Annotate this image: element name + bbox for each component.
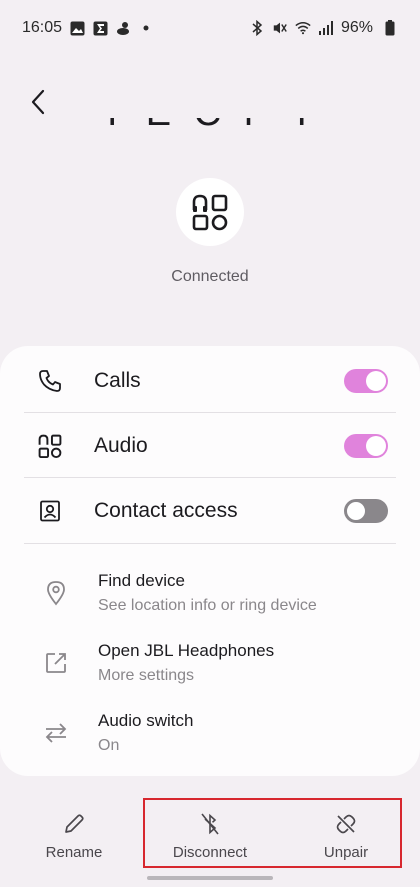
battery-icon: [382, 20, 398, 36]
settings-card: Calls Audio Contact access Find device S…: [0, 346, 420, 776]
status-right: 96%: [249, 19, 398, 37]
mute-icon: [272, 20, 288, 36]
option-subtitle: On: [98, 737, 120, 754]
divider: [24, 543, 396, 544]
bluetooth-icon: [249, 20, 265, 36]
sigma-icon: [92, 20, 108, 36]
battery-percent: 96%: [340, 19, 373, 36]
option-title: Find device: [98, 571, 185, 590]
option-audio-switch[interactable]: Audio switch On: [24, 702, 396, 764]
rename-button[interactable]: Rename: [34, 800, 114, 870]
chevron-left-icon: [31, 89, 45, 115]
contact-access-switch[interactable]: [344, 498, 388, 523]
option-texts: Open JBL Headphones More settings: [98, 641, 274, 685]
toggle-row-calls[interactable]: Calls: [24, 348, 396, 413]
calls-switch[interactable]: [344, 368, 388, 393]
phone-icon: [36, 367, 64, 395]
signal-icon: [318, 20, 334, 36]
location-pin-icon: [42, 579, 70, 607]
switch-knob: [366, 370, 386, 391]
option-title: Audio switch: [98, 711, 194, 730]
option-subtitle: More settings: [98, 667, 195, 684]
duck-icon: [115, 20, 131, 36]
switch-knob: [366, 435, 386, 456]
pencil-icon: [65, 814, 84, 833]
audio-device-icon: [192, 194, 228, 231]
connection-status: Connected: [171, 268, 249, 285]
option-open-jbl-headphones[interactable]: Open JBL Headphones More settings: [24, 632, 396, 694]
status-bar: 16:05 96%: [0, 0, 420, 56]
option-find-device[interactable]: Find device See location info or ring de…: [24, 562, 396, 624]
toggle-label-contact-access: Contact access: [94, 498, 238, 522]
rename-label: Rename: [45, 844, 103, 861]
back-button[interactable]: [22, 86, 54, 118]
status-left: 16:05: [22, 19, 154, 37]
device-avatar: [176, 178, 244, 246]
dot-icon: [138, 20, 154, 36]
status-time: 16:05: [22, 19, 63, 36]
swap-arrows-icon: [42, 719, 70, 747]
open-external-icon: [42, 649, 70, 677]
option-title: Open JBL Headphones: [98, 641, 275, 660]
audio-switch[interactable]: [344, 433, 388, 458]
home-indicator[interactable]: [147, 876, 273, 880]
gallery-icon: [69, 20, 85, 36]
audio-icon: [36, 432, 64, 460]
option-subtitle: See location info or ring device: [98, 597, 317, 614]
contact-icon: [36, 497, 64, 525]
device-title: T E C P T: [101, 118, 320, 135]
toggle-label-calls: Calls: [94, 368, 141, 392]
device-title-clipped: T E C P T: [0, 118, 420, 140]
wifi-icon: [295, 20, 311, 36]
option-texts: Audio switch On: [98, 711, 193, 755]
option-texts: Find device See location info or ring de…: [98, 571, 317, 615]
switch-knob: [345, 499, 367, 522]
highlight-box: [143, 798, 402, 868]
toggle-row-audio[interactable]: Audio: [24, 413, 396, 478]
toggle-row-contact-access[interactable]: Contact access: [24, 478, 396, 543]
toggle-label-audio: Audio: [94, 433, 148, 457]
